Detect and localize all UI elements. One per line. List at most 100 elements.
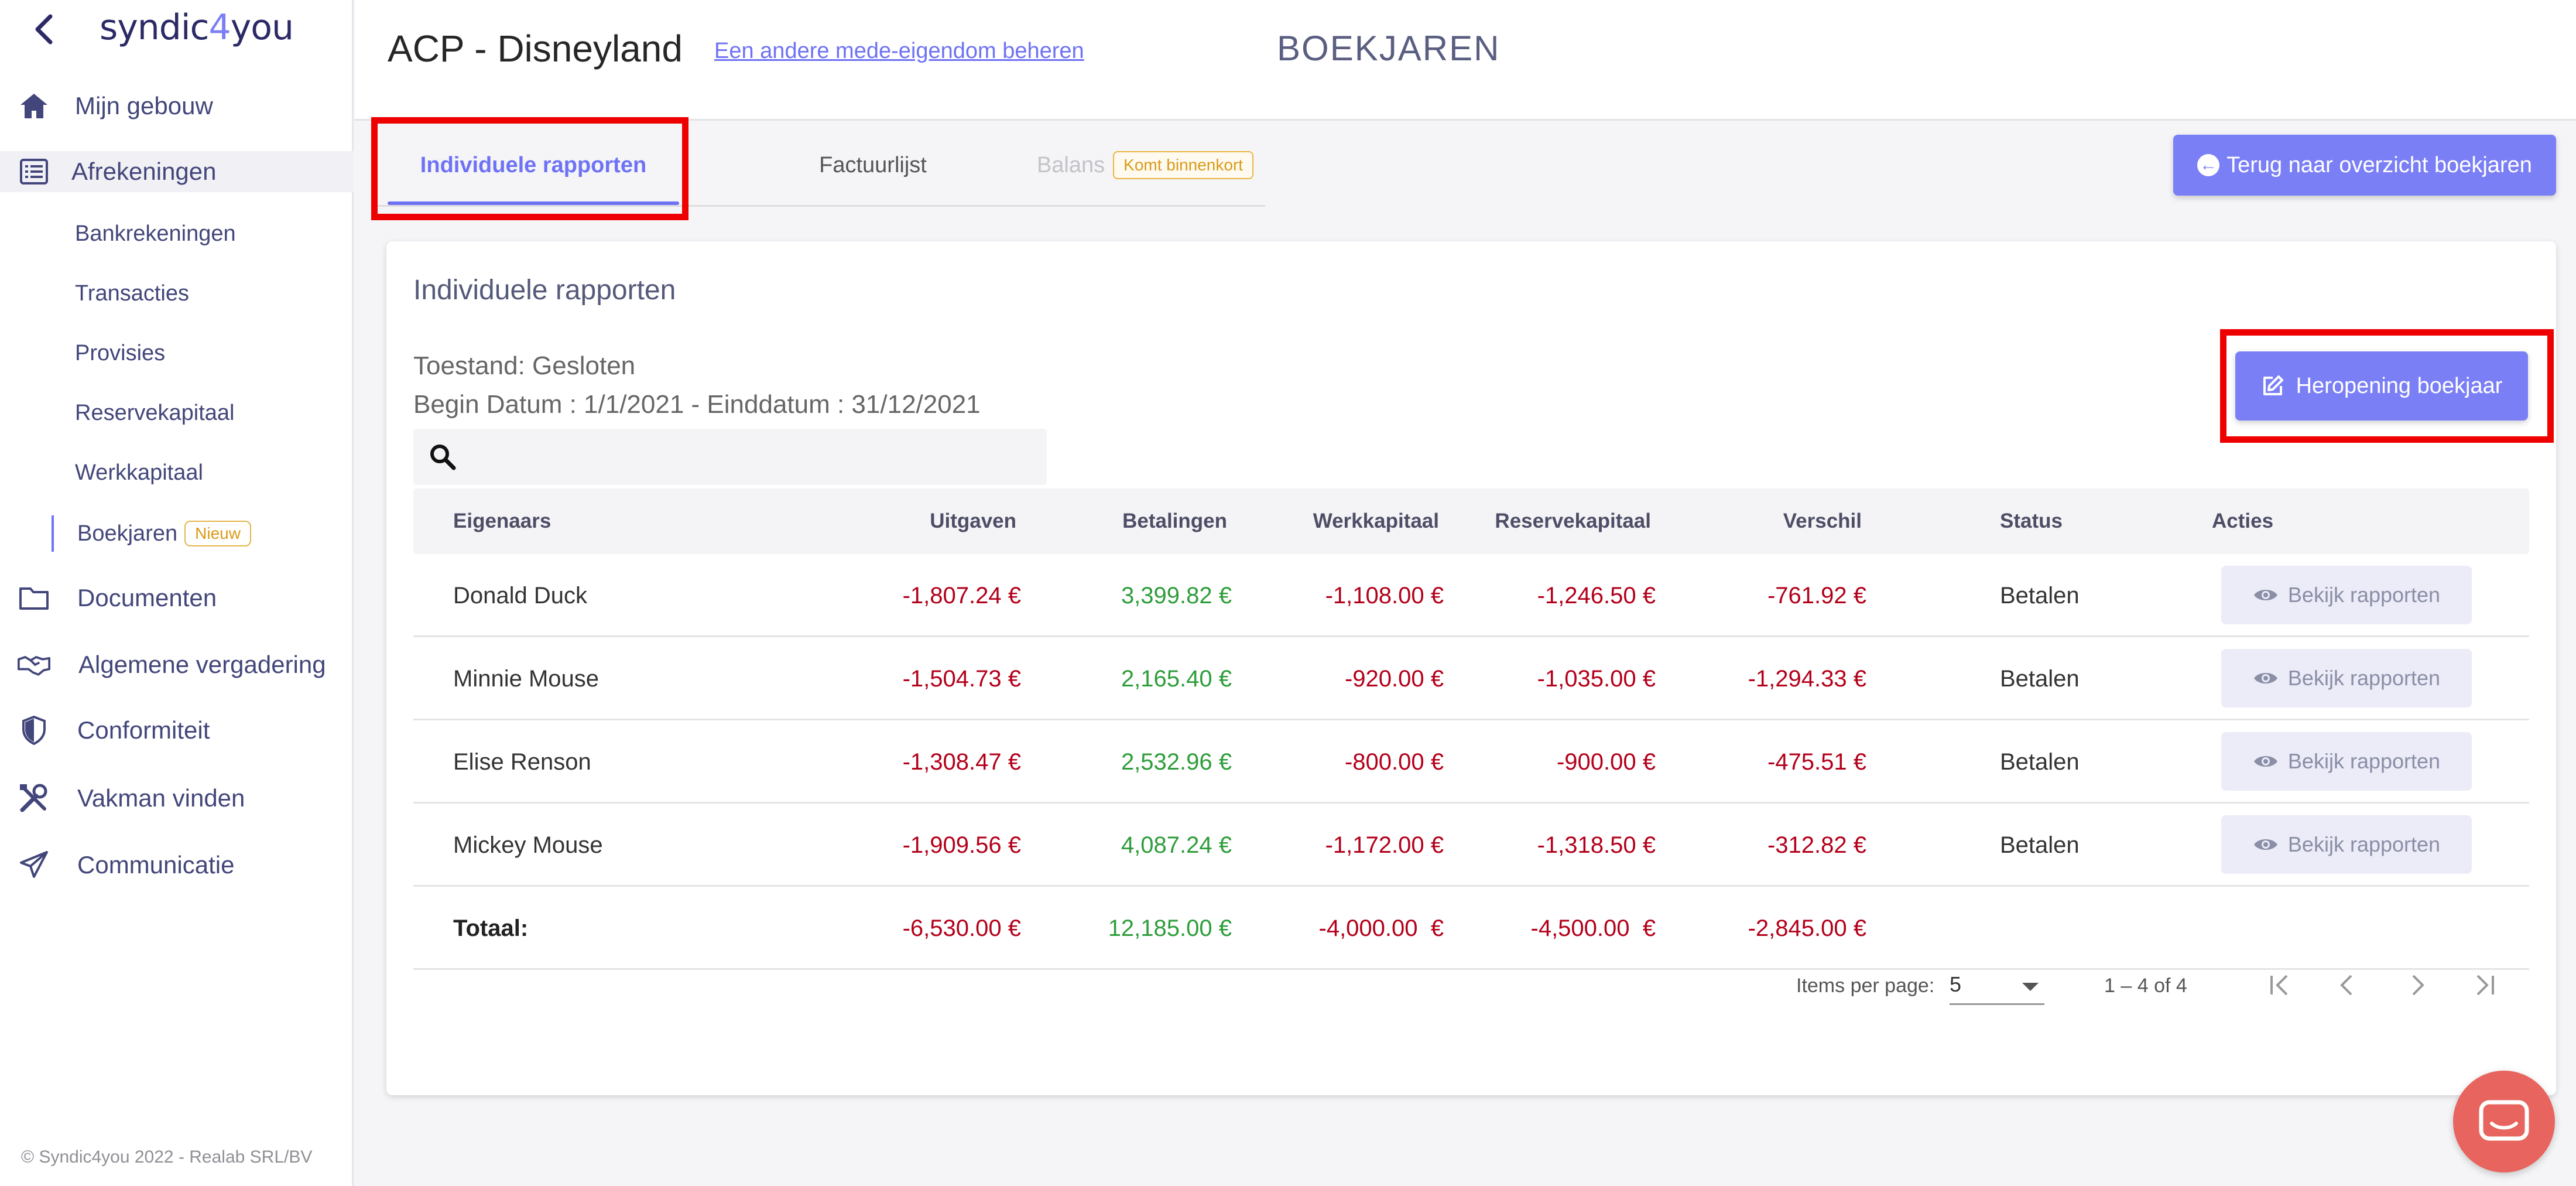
eye-icon — [2253, 756, 2277, 767]
column-header-status[interactable]: Status — [2000, 488, 2063, 554]
verschil-value: -312.82 € — [1767, 832, 1866, 858]
items-per-page-select[interactable]: 5 — [1950, 969, 2044, 1005]
search-input[interactable] — [413, 429, 1047, 485]
owner-name: Mickey Mouse — [453, 832, 603, 858]
betalingen-value: 4,087.24 € — [1121, 832, 1232, 858]
status-value: Betalen — [2000, 832, 2080, 858]
page-range-label: 1 – 4 of 4 — [2104, 975, 2187, 997]
total-reservekapitaal: -4,500.00 € — [1530, 915, 1656, 941]
status-value: Betalen — [2000, 583, 2080, 609]
next-page-icon[interactable] — [2400, 969, 2433, 1002]
table-header: Eigenaars Uitgaven Betalingen Werkkapita… — [413, 488, 2529, 554]
status-value: Betalen — [2000, 666, 2080, 692]
chevron-left-icon[interactable] — [30, 13, 59, 46]
owner-name: Minnie Mouse — [453, 666, 600, 692]
total-verschil: -2,845.00 € — [1748, 915, 1866, 941]
paginator: Items per page: 5 1 – 4 of 4 — [386, 962, 2556, 1009]
column-header-eigenaars[interactable]: Eigenaars — [453, 488, 551, 554]
status-value: Betalen — [2000, 749, 2080, 775]
section-title: BOEKJAREN — [1277, 29, 1501, 68]
owner-name: Elise Renson — [453, 749, 591, 775]
eye-icon — [2253, 590, 2277, 600]
column-header-betalingen[interactable]: Betalingen — [999, 488, 1227, 554]
fiscal-year-dates: Begin Datum : 1/1/2021 - Einddatum : 31/… — [413, 390, 981, 419]
chat-icon — [2479, 1100, 2529, 1141]
card-title: Individuele rapporten — [413, 275, 676, 306]
page-title: ACP - Disneyland — [388, 28, 683, 70]
last-page-icon[interactable] — [2468, 969, 2501, 1002]
werkkapitaal-value: -920.00 € — [1344, 666, 1444, 692]
eye-icon — [2253, 673, 2277, 683]
dropdown-arrow-icon — [2022, 983, 2039, 991]
werkkapitaal-value: -1,172.00 € — [1325, 832, 1444, 858]
uitgaven-value: -1,807.24 € — [902, 583, 1021, 609]
sidebar-subitem-bankrekeningen[interactable]: Bankrekeningen — [75, 221, 236, 247]
switch-property-link[interactable]: Een andere mede-eigendom beheren — [714, 39, 1084, 64]
paper-plane-icon — [18, 849, 50, 881]
column-header-uitgaven[interactable]: Uitgaven — [788, 488, 1016, 554]
sidebar-item-afrekeningen[interactable]: Afrekeningen — [0, 151, 354, 192]
column-header-verschil[interactable]: Verschil — [1633, 488, 1862, 554]
betalingen-value: 2,165.40 € — [1121, 666, 1232, 692]
total-werkkapitaal: -4,000.00 € — [1318, 915, 1444, 941]
sidebar-item-vakman-vinden[interactable]: Vakman vinden — [0, 779, 354, 818]
list-icon — [18, 155, 50, 188]
tab-balans: Balans Komt binnenkort — [981, 124, 1309, 206]
sidebar-item-algemene-vergadering[interactable]: Algemene vergadering — [0, 645, 354, 684]
werkkapitaal-value: -800.00 € — [1344, 749, 1444, 775]
chat-button[interactable] — [2453, 1071, 2555, 1173]
sidebar-subitem-reservekapitaal[interactable]: Reservekapitaal — [75, 401, 234, 426]
previous-page-icon[interactable] — [2331, 969, 2364, 1002]
sidebar-item-documenten[interactable]: Documenten — [0, 579, 354, 617]
table-row: Mickey Mouse -1,909.56 € 4,087.24 € -1,1… — [413, 804, 2529, 887]
verschil-value: -761.92 € — [1767, 583, 1866, 609]
sidebar-subitem-provisies[interactable]: Provisies — [75, 341, 165, 366]
logo: syndic4you — [100, 7, 294, 48]
items-per-page-label: Items per page: — [1796, 975, 1935, 997]
new-badge: Nieuw — [184, 521, 251, 546]
arrow-left-circle-icon: ← — [2197, 154, 2220, 176]
betalingen-value: 2,532.96 € — [1121, 749, 1232, 775]
total-uitgaven: -6,530.00 € — [902, 915, 1021, 941]
table-row: Minnie Mouse -1,504.73 € 2,165.40 € -920… — [413, 637, 2529, 720]
eye-icon — [2253, 839, 2277, 850]
table-row: Donald Duck -1,807.24 € 3,399.82 € -1,10… — [413, 554, 2529, 637]
column-header-acties: Acties — [2212, 510, 2274, 532]
total-betalingen: 12,185.00 € — [1108, 915, 1232, 941]
view-reports-button[interactable]: Bekijk rapporten — [2221, 732, 2472, 791]
first-page-icon[interactable] — [2263, 969, 2296, 1002]
view-reports-button[interactable]: Bekijk rapporten — [2221, 815, 2472, 874]
home-icon — [18, 90, 50, 122]
verschil-value: -475.51 € — [1767, 749, 1866, 775]
reservekapitaal-value: -900.00 € — [1556, 749, 1656, 775]
coming-soon-badge: Komt binnenkort — [1113, 151, 1254, 179]
table-row: Elise Renson -1,308.47 € 2,532.96 € -800… — [413, 720, 2529, 804]
sidebar-item-communicatie[interactable]: Communicatie — [0, 846, 354, 884]
sidebar-item-conformiteit[interactable]: Conformiteit — [0, 711, 354, 750]
column-header-werkkapitaal[interactable]: Werkkapitaal — [1211, 488, 1439, 554]
owner-name: Donald Duck — [453, 583, 588, 609]
sidebar-subitem-werkkapitaal[interactable]: Werkkapitaal — [75, 460, 203, 486]
copyright-text: © Syndic4you 2022 - Realab SRL/BV — [21, 1147, 313, 1167]
view-reports-button[interactable]: Bekijk rapporten — [2221, 649, 2472, 708]
tab-factuurlijst[interactable]: Factuurlijst — [727, 124, 1019, 206]
folder-icon — [18, 582, 50, 614]
table-total-row: Totaal: -6,530.00 € 12,185.00 € -4,000.0… — [413, 887, 2529, 970]
sidebar: syndic4you Mijn gebouw Afrekeningen Bank… — [0, 0, 354, 1186]
uitgaven-value: -1,909.56 € — [902, 832, 1021, 858]
column-header-reservekapitaal[interactable]: Reservekapitaal — [1423, 488, 1651, 554]
sidebar-item-mijn-gebouw[interactable]: Mijn gebouw — [0, 87, 354, 125]
reservekapitaal-value: -1,318.50 € — [1537, 832, 1656, 858]
search-icon — [429, 443, 457, 474]
back-to-overview-button[interactable]: ← Terug naar overzicht boekjaren — [2173, 135, 2556, 196]
sidebar-subitem-label: Boekjaren — [77, 521, 178, 546]
reservekapitaal-value: -1,246.50 € — [1537, 583, 1656, 609]
betalingen-value: 3,399.82 € — [1121, 583, 1232, 609]
uitgaven-value: -1,308.47 € — [902, 749, 1021, 775]
sidebar-subitem-boekjaren[interactable]: Boekjaren Nieuw — [52, 515, 251, 552]
verschil-value: -1,294.33 € — [1748, 666, 1866, 692]
total-label: Totaal: — [453, 915, 529, 941]
view-reports-button[interactable]: Bekijk rapporten — [2221, 566, 2472, 624]
fiscal-year-state: Toestand: Gesloten — [413, 351, 636, 380]
sidebar-subitem-transacties[interactable]: Transacties — [75, 281, 189, 306]
